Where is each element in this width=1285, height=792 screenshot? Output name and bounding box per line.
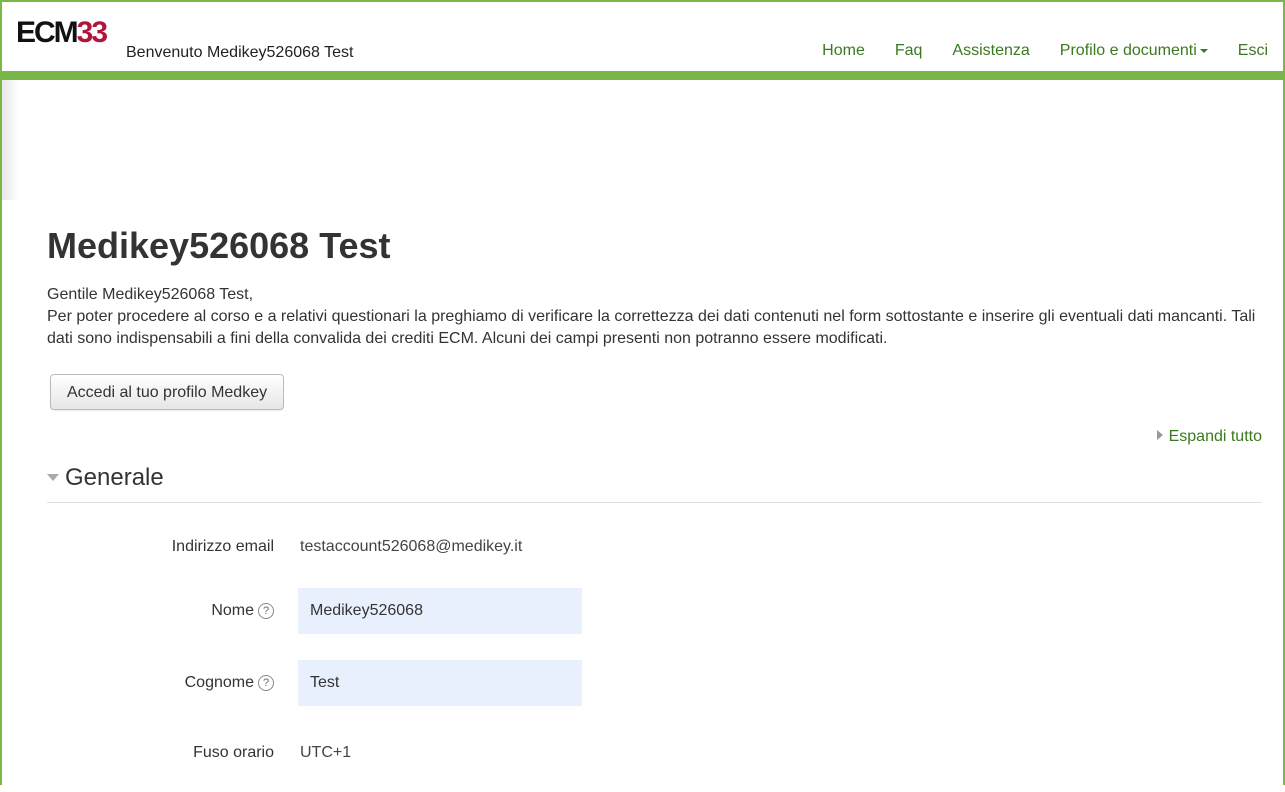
welcome-text: Benvenuto Medikey526068 Test — [126, 44, 354, 61]
name-label-wrap: Nome? — [211, 602, 274, 620]
surname-label-wrap: Cognome? — [185, 674, 274, 692]
intro-text: Gentile Medikey526068 Test, Per poter pr… — [47, 284, 1272, 350]
help-icon[interactable]: ? — [258, 603, 274, 619]
medkey-profile-button[interactable]: Accedi al tuo profilo Medkey — [50, 374, 285, 410]
section-generale-header[interactable]: Generale — [47, 464, 1262, 503]
field-name-row: Nome? — [47, 588, 747, 650]
nav-esci[interactable]: Esci — [1223, 42, 1283, 60]
navbar-accent-stripe — [2, 71, 1283, 80]
instructions-text: Per poter procedere al corso e a relativ… — [47, 308, 1256, 347]
section-generale-title: Generale — [65, 464, 164, 491]
brand-logo-text-main: ECM — [16, 16, 79, 49]
triangle-right-icon — [1156, 430, 1163, 440]
triangle-down-icon — [47, 474, 59, 481]
expand-all-label: Espandi tutto — [1168, 428, 1262, 445]
help-icon[interactable]: ? — [258, 675, 274, 691]
field-email-row: Indirizzo email testaccount526068@medike… — [47, 538, 747, 586]
email-label: Indirizzo email — [171, 538, 274, 555]
page-title: Medikey526068 Test — [47, 225, 391, 266]
nav-faq[interactable]: Faq — [880, 42, 938, 60]
timezone-label: Fuso orario — [193, 744, 274, 761]
nav-assistenza[interactable]: Assistenza — [937, 42, 1044, 60]
main-nav: Home Faq Assistenza Profilo e documenti … — [807, 42, 1283, 60]
brand-logo[interactable]: ECM33 — [16, 16, 108, 49]
expand-all-link[interactable]: Espandi tutto — [1156, 428, 1262, 446]
nav-profilo-dropdown[interactable]: Profilo e documenti — [1045, 42, 1223, 60]
nav-profilo-label: Profilo e documenti — [1059, 42, 1197, 59]
top-navbar: ECM33 Benvenuto Medikey526068 Test Home … — [2, 2, 1283, 80]
caret-down-icon — [1199, 48, 1208, 53]
greeting-text: Gentile Medikey526068 Test, — [47, 286, 254, 303]
name-label: Nome — [211, 602, 254, 619]
name-input[interactable] — [298, 588, 582, 634]
brand-logo-text-number: 33 — [76, 16, 108, 49]
email-value: testaccount526068@medikey.it — [300, 538, 523, 555]
timezone-value: UTC+1 — [300, 744, 352, 761]
nav-home[interactable]: Home — [807, 42, 880, 60]
field-surname-row: Cognome? — [47, 660, 747, 722]
left-gutter-shadow — [2, 80, 19, 200]
surname-label: Cognome — [184, 674, 254, 691]
surname-input[interactable] — [298, 660, 582, 706]
